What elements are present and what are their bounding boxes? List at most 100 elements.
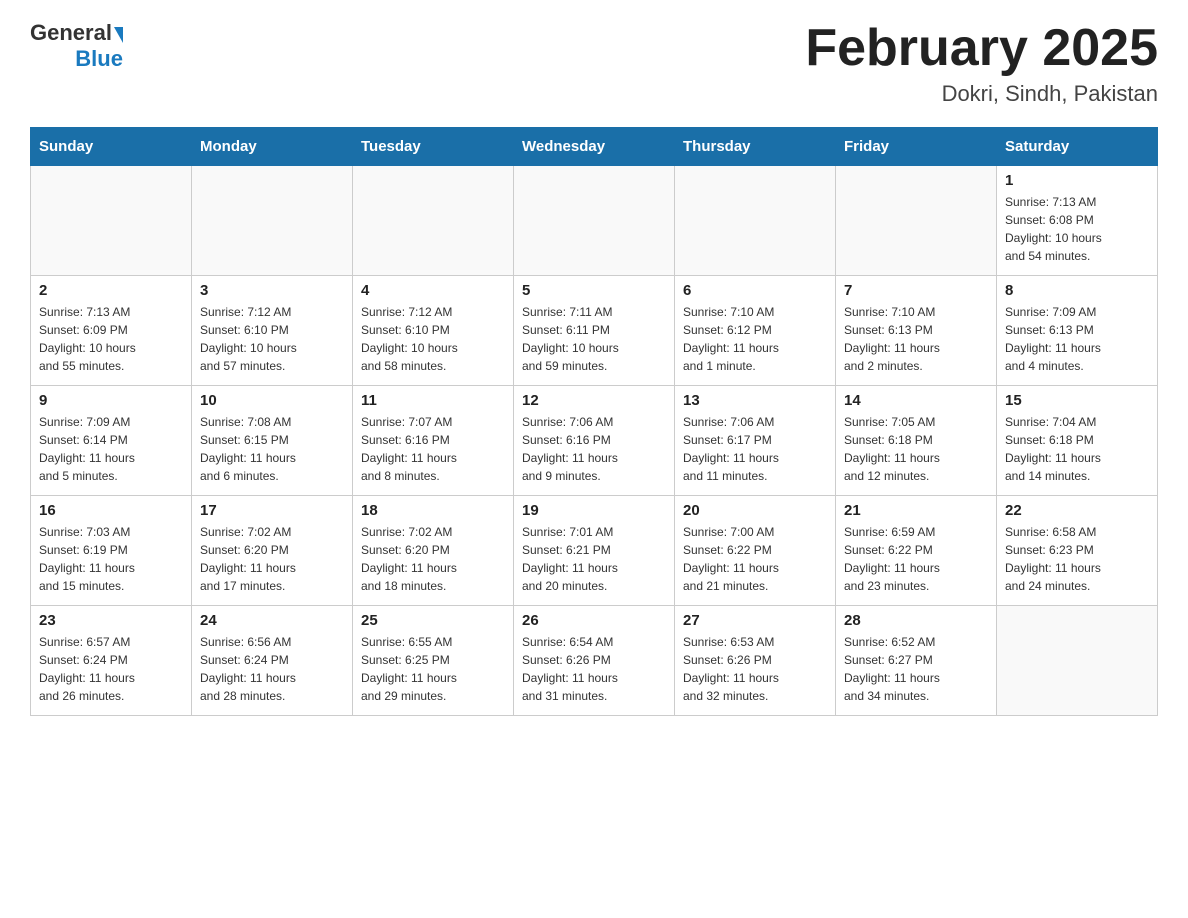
day-info: Sunrise: 7:09 AM Sunset: 6:13 PM Dayligh… bbox=[1005, 303, 1149, 375]
day-number: 26 bbox=[522, 612, 666, 629]
calendar-cell: 25 Sunrise: 6:55 AM Sunset: 6:25 PM Dayli… bbox=[353, 606, 514, 716]
day-number: 5 bbox=[522, 282, 666, 299]
calendar-cell: 28 Sunrise: 6:52 AM Sunset: 6:27 PM Dayli… bbox=[836, 606, 997, 716]
day-number: 24 bbox=[200, 612, 344, 629]
day-number: 20 bbox=[683, 502, 827, 519]
day-info: Sunrise: 7:09 AM Sunset: 6:14 PM Dayligh… bbox=[39, 413, 183, 485]
day-number: 27 bbox=[683, 612, 827, 629]
calendar-cell: 23Sunrise: 6:57 AM Sunset: 6:24 PM Dayli… bbox=[31, 606, 192, 716]
calendar-cell: 9 Sunrise: 7:09 AM Sunset: 6:14 PM Daylig… bbox=[31, 386, 192, 496]
calendar-cell bbox=[192, 166, 353, 276]
day-info: Sunrise: 7:11 AM Sunset: 6:11 PM Dayligh… bbox=[522, 303, 666, 375]
calendar-cell bbox=[675, 166, 836, 276]
calendar-cell bbox=[353, 166, 514, 276]
day-number: 19 bbox=[522, 502, 666, 519]
day-number: 23 bbox=[39, 612, 183, 629]
day-info: Sunrise: 7:04 AM Sunset: 6:18 PM Dayligh… bbox=[1005, 413, 1149, 485]
calendar-cell: 12Sunrise: 7:06 AM Sunset: 6:16 PM Dayli… bbox=[514, 386, 675, 496]
column-header-tuesday: Tuesday bbox=[353, 128, 514, 166]
calendar-cell: 1 Sunrise: 7:13 AM Sunset: 6:08 PM Daylig… bbox=[997, 166, 1158, 276]
calendar-cell: 15 Sunrise: 7:04 AM Sunset: 6:18 PM Dayli… bbox=[997, 386, 1158, 496]
calendar-cell: 18 Sunrise: 7:02 AM Sunset: 6:20 PM Dayli… bbox=[353, 496, 514, 606]
calendar-cell: 26 Sunrise: 6:54 AM Sunset: 6:26 PM Dayli… bbox=[514, 606, 675, 716]
day-info: Sunrise: 7:06 AM Sunset: 6:16 PM Dayligh… bbox=[522, 413, 666, 485]
logo-blue: Blue bbox=[75, 46, 123, 72]
calendar-cell: 14 Sunrise: 7:05 AM Sunset: 6:18 PM Dayli… bbox=[836, 386, 997, 496]
calendar-cell: 24 Sunrise: 6:56 AM Sunset: 6:24 PM Dayli… bbox=[192, 606, 353, 716]
week-row-1: 1 Sunrise: 7:13 AM Sunset: 6:08 PM Daylig… bbox=[31, 166, 1158, 276]
calendar-cell bbox=[836, 166, 997, 276]
day-number: 1 bbox=[1005, 172, 1149, 189]
calendar-cell: 8 Sunrise: 7:09 AM Sunset: 6:13 PM Daylig… bbox=[997, 276, 1158, 386]
column-header-monday: Monday bbox=[192, 128, 353, 166]
week-row-5: 23Sunrise: 6:57 AM Sunset: 6:24 PM Dayli… bbox=[31, 606, 1158, 716]
day-number: 2 bbox=[39, 282, 183, 299]
week-row-2: 2Sunrise: 7:13 AM Sunset: 6:09 PM Daylig… bbox=[31, 276, 1158, 386]
day-info: Sunrise: 6:56 AM Sunset: 6:24 PM Dayligh… bbox=[200, 633, 344, 705]
day-info: Sunrise: 7:13 AM Sunset: 6:08 PM Dayligh… bbox=[1005, 193, 1149, 265]
day-number: 3 bbox=[200, 282, 344, 299]
day-number: 13 bbox=[683, 392, 827, 409]
calendar-cell: 19 Sunrise: 7:01 AM Sunset: 6:21 PM Dayli… bbox=[514, 496, 675, 606]
day-info: Sunrise: 7:02 AM Sunset: 6:20 PM Dayligh… bbox=[361, 523, 505, 595]
day-info: Sunrise: 7:06 AM Sunset: 6:17 PM Dayligh… bbox=[683, 413, 827, 485]
day-number: 25 bbox=[361, 612, 505, 629]
day-number: 14 bbox=[844, 392, 988, 409]
column-header-sunday: Sunday bbox=[31, 128, 192, 166]
calendar-cell: 4Sunrise: 7:12 AM Sunset: 6:10 PM Daylig… bbox=[353, 276, 514, 386]
day-number: 15 bbox=[1005, 392, 1149, 409]
day-number: 21 bbox=[844, 502, 988, 519]
day-info: Sunrise: 7:03 AM Sunset: 6:19 PM Dayligh… bbox=[39, 523, 183, 595]
calendar-header-row: SundayMondayTuesdayWednesdayThursdayFrid… bbox=[31, 128, 1158, 166]
day-info: Sunrise: 6:58 AM Sunset: 6:23 PM Dayligh… bbox=[1005, 523, 1149, 595]
calendar-title: February 2025 bbox=[805, 20, 1158, 77]
calendar-cell: 20 Sunrise: 7:00 AM Sunset: 6:22 PM Dayli… bbox=[675, 496, 836, 606]
day-info: Sunrise: 7:05 AM Sunset: 6:18 PM Dayligh… bbox=[844, 413, 988, 485]
day-info: Sunrise: 7:02 AM Sunset: 6:20 PM Dayligh… bbox=[200, 523, 344, 595]
day-number: 22 bbox=[1005, 502, 1149, 519]
day-number: 8 bbox=[1005, 282, 1149, 299]
column-header-friday: Friday bbox=[836, 128, 997, 166]
day-number: 17 bbox=[200, 502, 344, 519]
day-info: Sunrise: 6:52 AM Sunset: 6:27 PM Dayligh… bbox=[844, 633, 988, 705]
day-info: Sunrise: 6:53 AM Sunset: 6:26 PM Dayligh… bbox=[683, 633, 827, 705]
calendar-cell bbox=[514, 166, 675, 276]
calendar-cell: 17 Sunrise: 7:02 AM Sunset: 6:20 PM Dayli… bbox=[192, 496, 353, 606]
calendar-cell: 3 Sunrise: 7:12 AM Sunset: 6:10 PM Daylig… bbox=[192, 276, 353, 386]
day-info: Sunrise: 7:12 AM Sunset: 6:10 PM Dayligh… bbox=[200, 303, 344, 375]
day-info: Sunrise: 7:00 AM Sunset: 6:22 PM Dayligh… bbox=[683, 523, 827, 595]
day-number: 9 bbox=[39, 392, 183, 409]
day-number: 16 bbox=[39, 502, 183, 519]
calendar-cell: 7 Sunrise: 7:10 AM Sunset: 6:13 PM Daylig… bbox=[836, 276, 997, 386]
day-info: Sunrise: 7:10 AM Sunset: 6:12 PM Dayligh… bbox=[683, 303, 827, 375]
column-header-saturday: Saturday bbox=[997, 128, 1158, 166]
page-header: General Blue February 2025 Dokri, Sindh,… bbox=[30, 20, 1158, 107]
calendar-cell: 5 Sunrise: 7:11 AM Sunset: 6:11 PM Daylig… bbox=[514, 276, 675, 386]
calendar-cell: 10 Sunrise: 7:08 AM Sunset: 6:15 PM Dayli… bbox=[192, 386, 353, 496]
calendar-cell: 6 Sunrise: 7:10 AM Sunset: 6:12 PM Daylig… bbox=[675, 276, 836, 386]
calendar-table: SundayMondayTuesdayWednesdayThursdayFrid… bbox=[30, 127, 1158, 716]
day-info: Sunrise: 7:01 AM Sunset: 6:21 PM Dayligh… bbox=[522, 523, 666, 595]
calendar-cell: 27 Sunrise: 6:53 AM Sunset: 6:26 PM Dayli… bbox=[675, 606, 836, 716]
calendar-cell: 2Sunrise: 7:13 AM Sunset: 6:09 PM Daylig… bbox=[31, 276, 192, 386]
day-number: 11 bbox=[361, 392, 505, 409]
day-info: Sunrise: 7:07 AM Sunset: 6:16 PM Dayligh… bbox=[361, 413, 505, 485]
day-number: 6 bbox=[683, 282, 827, 299]
week-row-3: 9 Sunrise: 7:09 AM Sunset: 6:14 PM Daylig… bbox=[31, 386, 1158, 496]
calendar-cell: 11 Sunrise: 7:07 AM Sunset: 6:16 PM Dayli… bbox=[353, 386, 514, 496]
calendar-cell: 22 Sunrise: 6:58 AM Sunset: 6:23 PM Dayli… bbox=[997, 496, 1158, 606]
day-info: Sunrise: 7:12 AM Sunset: 6:10 PM Dayligh… bbox=[361, 303, 505, 375]
calendar-subtitle: Dokri, Sindh, Pakistan bbox=[805, 81, 1158, 107]
calendar-cell: 13 Sunrise: 7:06 AM Sunset: 6:17 PM Dayli… bbox=[675, 386, 836, 496]
day-number: 10 bbox=[200, 392, 344, 409]
calendar-cell bbox=[997, 606, 1158, 716]
day-info: Sunrise: 6:54 AM Sunset: 6:26 PM Dayligh… bbox=[522, 633, 666, 705]
week-row-4: 16 Sunrise: 7:03 AM Sunset: 6:19 PM Dayli… bbox=[31, 496, 1158, 606]
day-number: 18 bbox=[361, 502, 505, 519]
day-number: 7 bbox=[844, 282, 988, 299]
day-info: Sunrise: 6:55 AM Sunset: 6:25 PM Dayligh… bbox=[361, 633, 505, 705]
day-number: 28 bbox=[844, 612, 988, 629]
day-info: Sunrise: 7:08 AM Sunset: 6:15 PM Dayligh… bbox=[200, 413, 344, 485]
day-info: Sunrise: 7:10 AM Sunset: 6:13 PM Dayligh… bbox=[844, 303, 988, 375]
calendar-cell: 16 Sunrise: 7:03 AM Sunset: 6:19 PM Dayli… bbox=[31, 496, 192, 606]
